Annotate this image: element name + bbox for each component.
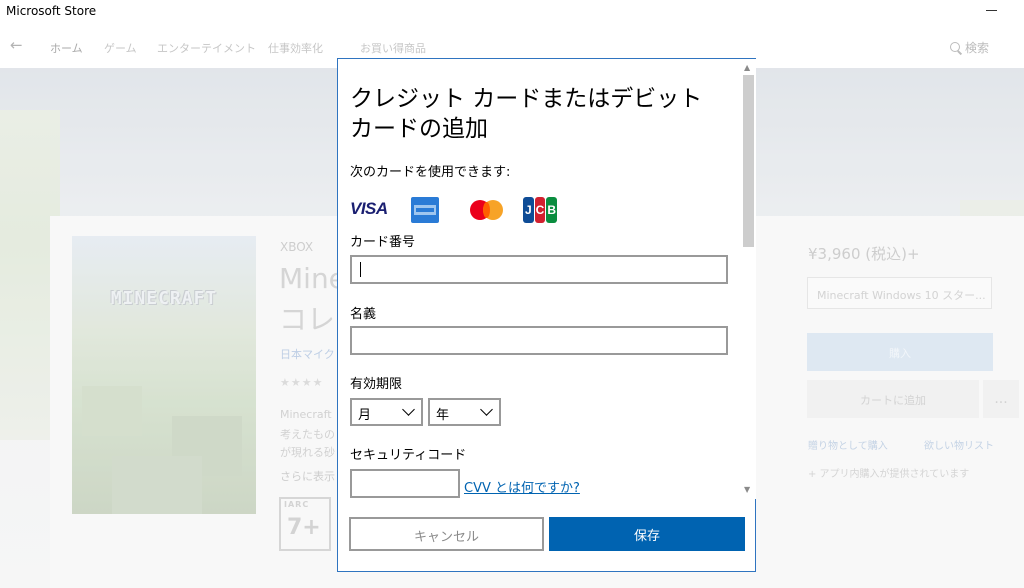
expiry-month-select[interactable]: 月 xyxy=(350,398,423,426)
save-button[interactable]: 保存 xyxy=(549,517,745,551)
window-title: Microsoft Store xyxy=(6,4,97,18)
text-caret xyxy=(360,262,361,277)
card-number-field[interactable] xyxy=(350,255,728,284)
amex-logo-icon xyxy=(411,197,439,223)
visa-logo-icon: VISA xyxy=(350,199,388,218)
month-value: 月 xyxy=(358,408,372,423)
scroll-up-arrow-icon[interactable]: ▲ xyxy=(744,63,750,72)
mastercard-logo-icon xyxy=(468,198,506,222)
chevron-down-icon xyxy=(480,403,493,416)
card-number-label: カード番号 xyxy=(350,235,416,250)
cardholder-name-field[interactable] xyxy=(350,326,728,355)
scroll-down-arrow-icon[interactable]: ▼ xyxy=(744,485,750,494)
scroll-thumb[interactable] xyxy=(743,75,754,247)
cvv-help-link[interactable]: CVV とは何ですか? xyxy=(464,477,580,496)
save-label: 保存 xyxy=(633,529,660,544)
jcb-logo-icon: JCB xyxy=(523,197,558,223)
window-titlebar: Microsoft Store xyxy=(0,0,1024,22)
year-value: 年 xyxy=(436,408,450,423)
expiry-label: 有効期限 xyxy=(350,377,403,392)
cardholder-name-label: 名義 xyxy=(350,307,377,322)
dialog-title: クレジット カードまたはデビット カードの追加 xyxy=(350,86,703,142)
dialog-scrollbar[interactable]: ▲ ▼ xyxy=(740,59,756,499)
expiry-year-select[interactable]: 年 xyxy=(428,398,501,426)
card-brand-logos: VISA JCB xyxy=(350,195,558,225)
add-card-dialog: クレジット カードまたはデビット カードの追加 次のカードを使用できます: VI… xyxy=(337,58,756,572)
cancel-button[interactable]: キャンセル xyxy=(349,517,544,551)
dialog-scroll-area: クレジット カードまたはデビット カードの追加 次のカードを使用できます: VI… xyxy=(338,59,740,499)
cancel-label: キャンセル xyxy=(413,530,479,545)
security-code-label: セキュリティコード xyxy=(350,448,467,463)
accepted-cards-label: 次のカードを使用できます: xyxy=(350,165,511,180)
security-code-field[interactable] xyxy=(350,469,460,498)
chevron-down-icon xyxy=(402,403,415,416)
minimize-icon[interactable] xyxy=(986,10,997,11)
